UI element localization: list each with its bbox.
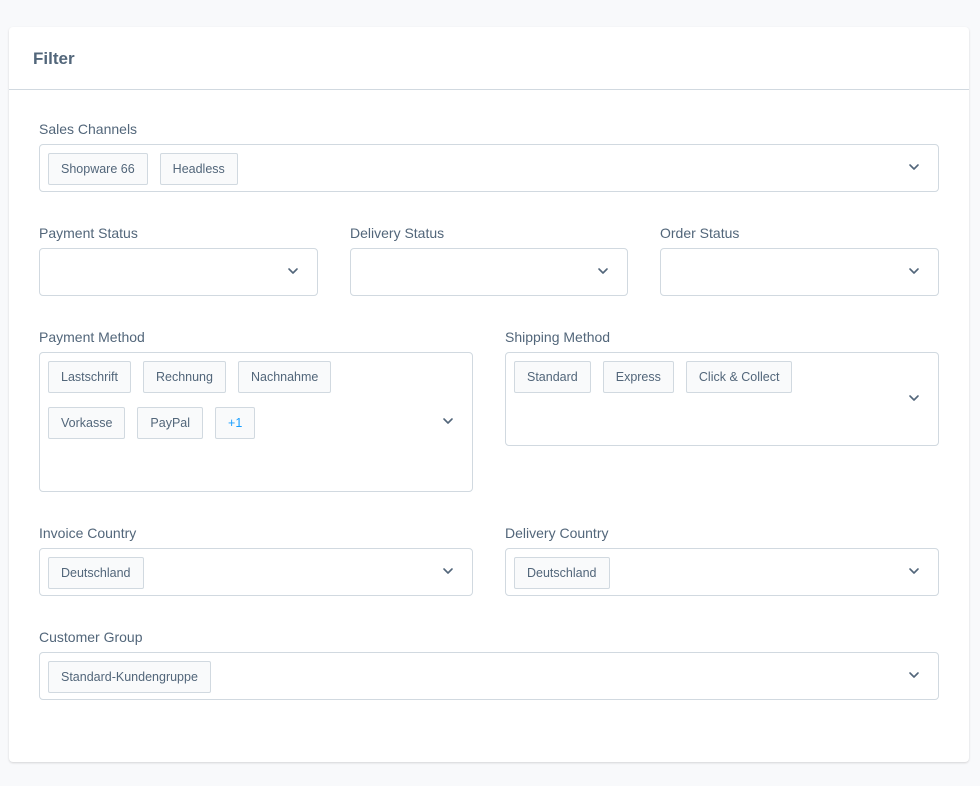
card-title: Filter [33,49,75,68]
invoice-country-tag[interactable]: Deutschland [48,557,144,589]
payment-status-select[interactable] [39,248,318,296]
delivery-status-label: Delivery Status [350,225,445,241]
card-header: Filter [9,27,969,90]
order-status-select[interactable] [660,248,939,296]
sales-channel-tag[interactable]: Headless [159,153,238,185]
sales-channel-tag[interactable]: Shopware 66 [48,153,148,185]
shipping-method-select[interactable]: Standard Express Click & Collect [505,352,939,446]
customer-group-field: Customer Group Standard-Kundengruppe [39,628,939,700]
order-status-label: Order Status [660,225,740,241]
payment-method-tag[interactable]: PayPal [137,407,204,439]
chevron-down-icon[interactable] [442,417,454,425]
filter-card: Filter Sales Channels Shopware 66 Headle… [9,27,969,762]
payment-method-field: Payment Method Lastschrift Rechnung Nach… [39,328,473,492]
sales-channels-field: Sales Channels Shopware 66 Headless [39,120,939,192]
customer-group-select[interactable]: Standard-Kundengruppe [39,652,939,700]
order-status-field: Order Status [660,224,939,296]
shipping-method-tag[interactable]: Click & Collect [685,361,793,393]
payment-method-tag[interactable]: Rechnung [142,361,226,393]
payment-method-label: Payment Method [39,329,145,345]
payment-status-label: Payment Status [39,225,138,241]
chevron-down-icon[interactable] [908,163,920,171]
payment-method-select[interactable]: Lastschrift Rechnung Nachnahme Vorkasse … [39,352,473,492]
customer-group-tag[interactable]: Standard-Kundengruppe [48,661,211,693]
chevron-down-icon[interactable] [908,567,920,575]
delivery-country-select[interactable]: Deutschland [505,548,939,596]
shipping-method-label: Shipping Method [505,329,611,345]
sales-channels-select[interactable]: Shopware 66 Headless [39,144,939,192]
chevron-down-icon[interactable] [287,267,299,275]
payment-method-tag[interactable]: Lastschrift [48,361,131,393]
shipping-method-tag[interactable]: Express [602,361,674,393]
chevron-down-icon[interactable] [442,567,454,575]
delivery-country-field: Delivery Country Deutschland [505,524,939,596]
invoice-country-select[interactable]: Deutschland [39,548,473,596]
invoice-country-field: Invoice Country Deutschland [39,524,473,596]
delivery-status-field: Delivery Status [350,224,628,296]
delivery-status-select[interactable] [350,248,628,296]
delivery-country-label: Delivery Country [505,525,609,541]
more-tags-badge[interactable]: +1 [215,407,256,439]
shipping-method-field: Shipping Method Standard Express Click &… [505,328,939,446]
chevron-down-icon[interactable] [908,671,920,679]
payment-method-tag[interactable]: Vorkasse [48,407,126,439]
delivery-country-tag[interactable]: Deutschland [514,557,610,589]
invoice-country-label: Invoice Country [39,525,137,541]
customer-group-label: Customer Group [39,629,143,645]
sales-channels-label: Sales Channels [39,121,138,137]
chevron-down-icon[interactable] [908,267,920,275]
payment-status-field: Payment Status [39,224,318,296]
chevron-down-icon[interactable] [597,267,609,275]
payment-method-tag[interactable]: Nachnahme [237,361,332,393]
chevron-down-icon[interactable] [908,394,920,402]
shipping-method-tag[interactable]: Standard [514,361,591,393]
